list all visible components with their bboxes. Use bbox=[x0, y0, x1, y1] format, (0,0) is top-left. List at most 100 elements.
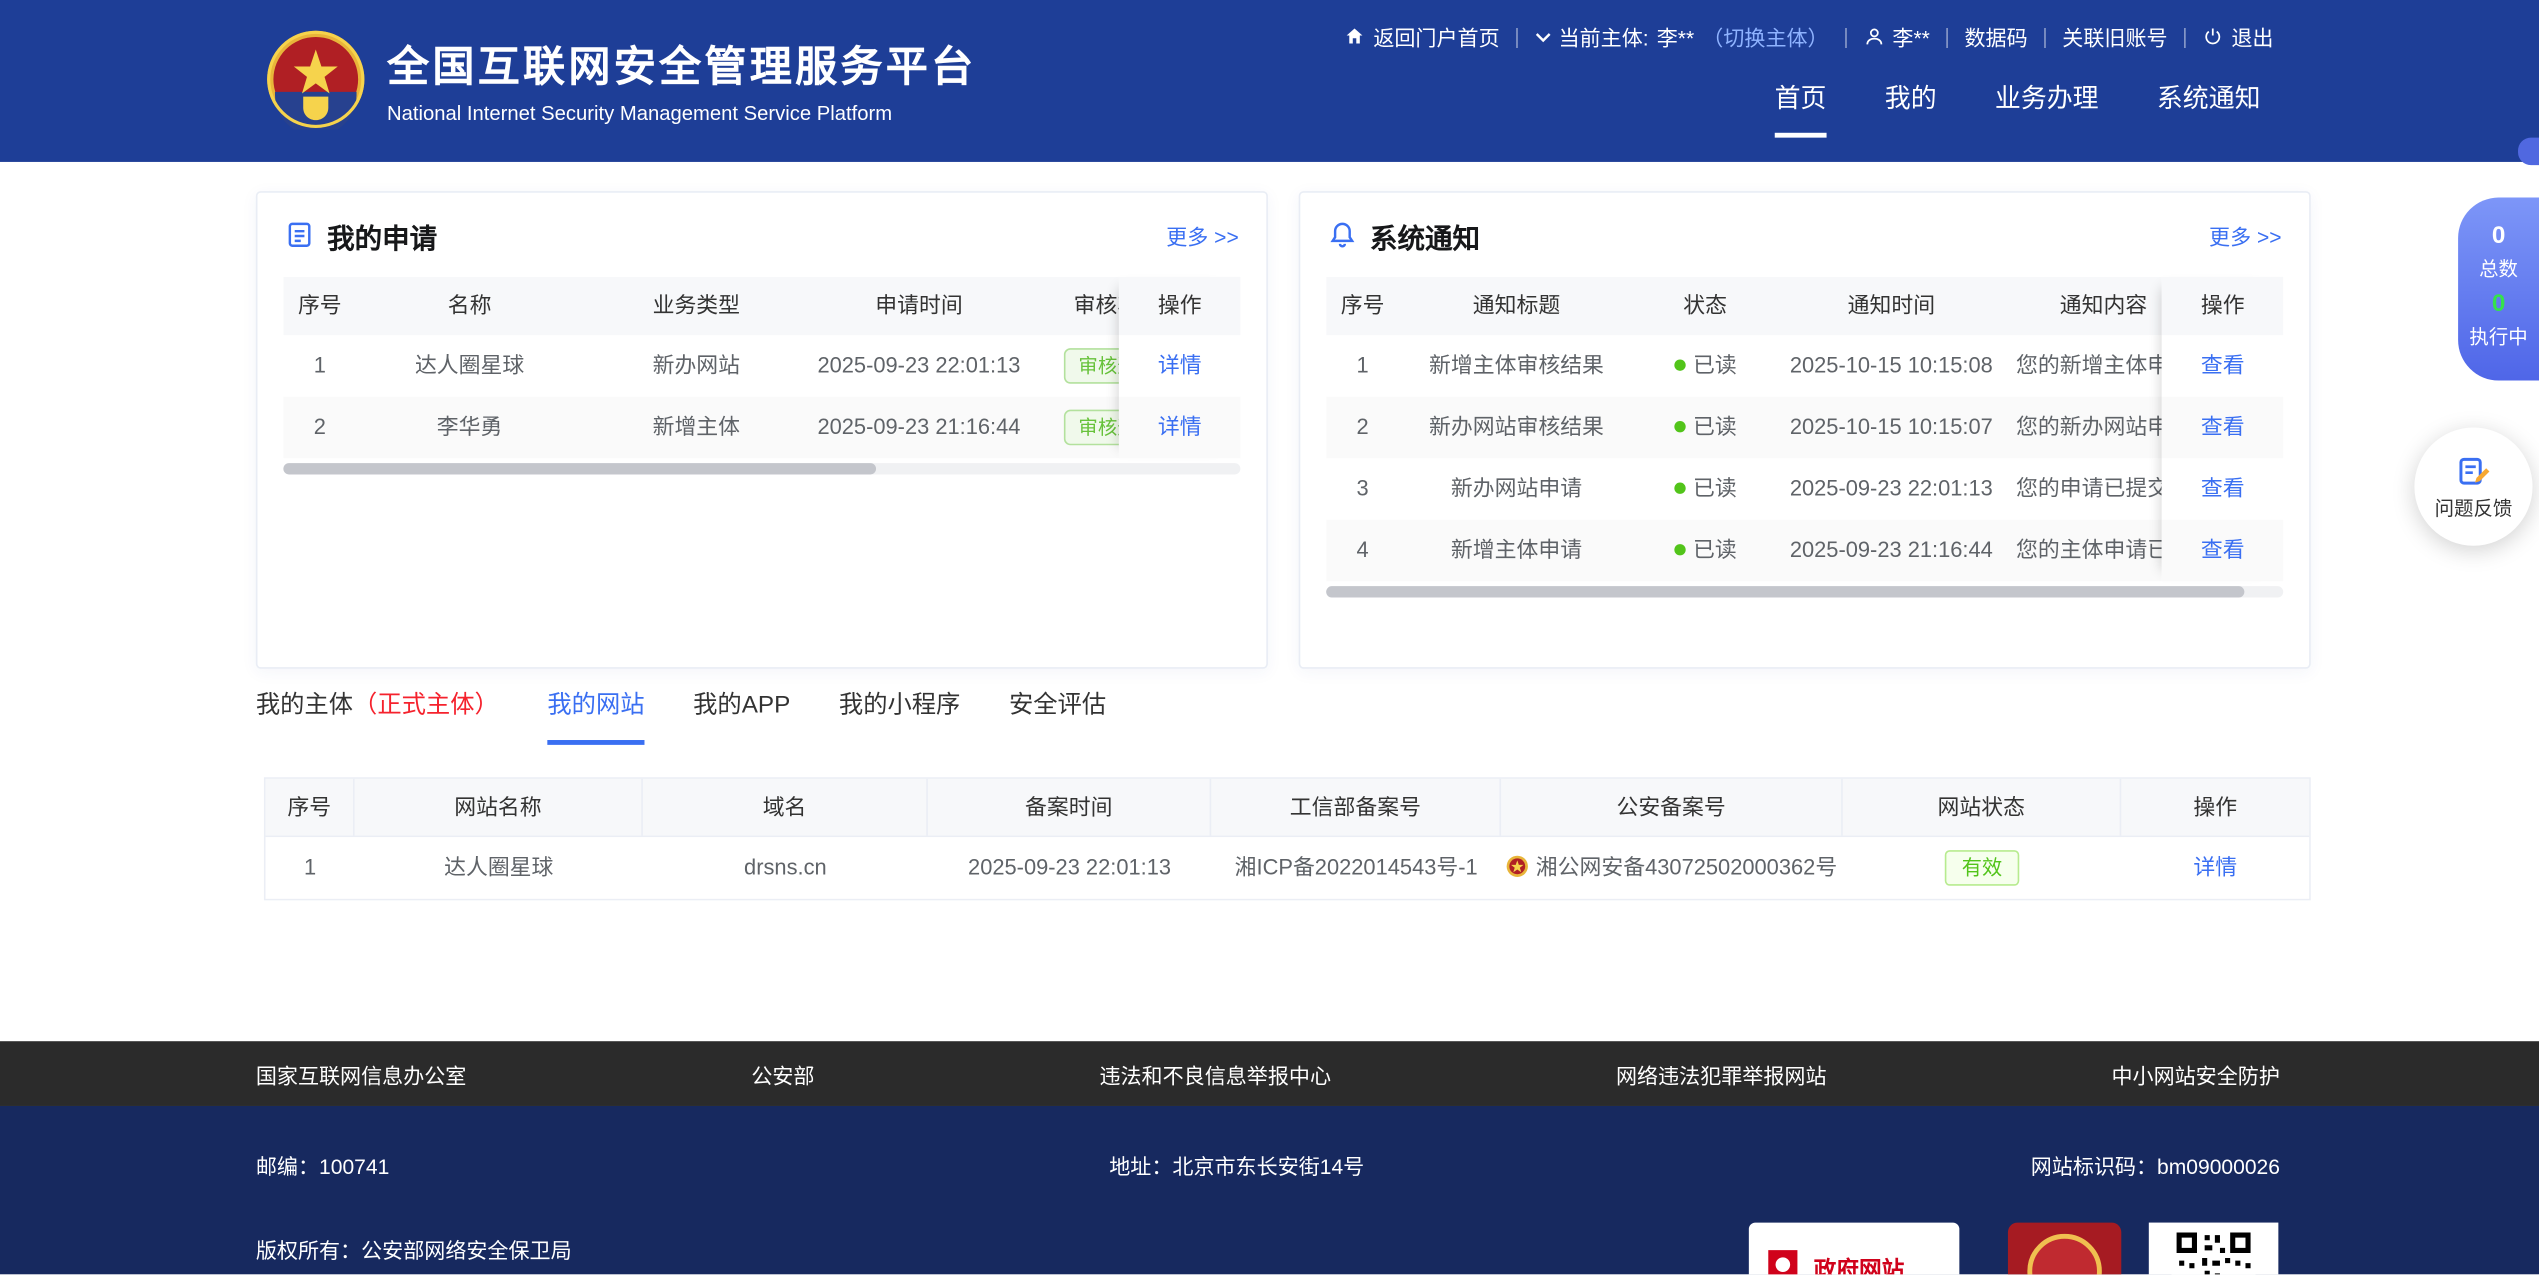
nav-item-home[interactable]: 首页 bbox=[1775, 76, 1827, 138]
table-cell: 新增主体 bbox=[583, 397, 810, 459]
nav-item-notices[interactable]: 系统通知 bbox=[2157, 76, 2261, 138]
read-status-dot bbox=[1674, 544, 1685, 555]
notifications-more-link[interactable]: 更多 >> bbox=[2209, 219, 2282, 250]
table-row: 1 达人圈星球 新办网站 2025-09-23 22:01:13 审核通过 bbox=[283, 335, 1119, 397]
chevron-down-icon bbox=[1534, 28, 1550, 44]
user-menu[interactable]: 李** bbox=[1863, 21, 1930, 52]
applications-table: 序号 名称 业务类型 申请时间 审核状态 1 达人圈星球 新办网站 2025-0… bbox=[283, 277, 1240, 458]
read-status-dot bbox=[1674, 359, 1685, 370]
platform-subtitle: National Internet Security Management Se… bbox=[387, 102, 976, 125]
qr-code-badge[interactable] bbox=[2149, 1223, 2279, 1275]
notifications-card: 系统通知 更多 >> 序号 通知标题 状态 通知时间 通知内容 1 新增主体审核… bbox=[1299, 191, 2311, 669]
table-cell: 已读 bbox=[1634, 520, 1776, 582]
subject-type-note: （正式主体） bbox=[353, 691, 499, 719]
feedback-button[interactable]: 问题反馈 bbox=[2414, 427, 2532, 545]
notifications-table-header: 序号 通知标题 状态 通知时间 通知内容 bbox=[1326, 277, 2162, 335]
table-cell: 2025-09-23 22:01:13 bbox=[928, 837, 1211, 899]
tab-my-miniprogram[interactable]: 我的小程序 bbox=[839, 687, 960, 745]
data-code-link[interactable]: 数据码 bbox=[1964, 21, 2027, 52]
current-subject-name: 李** bbox=[1657, 21, 1694, 52]
notifications-table-viewport: 序号 通知标题 状态 通知时间 通知内容 1 新增主体审核结果 已读 2025-… bbox=[1326, 277, 2162, 581]
table-cell: 2025-09-23 21:16:44 bbox=[810, 397, 1029, 459]
bell-icon bbox=[1328, 220, 1357, 249]
column-header: 操作 bbox=[2121, 779, 2309, 836]
police-filing-cell: 湘公网安备43072502000362号 bbox=[1501, 837, 1843, 899]
column-header: 操作 bbox=[2162, 277, 2283, 335]
divider: | bbox=[1843, 24, 1848, 48]
police-badge-icon bbox=[1507, 855, 1530, 878]
applications-table-header: 序号 名称 业务类型 申请时间 审核状态 bbox=[283, 277, 1119, 335]
column-header: 序号 bbox=[1326, 277, 1399, 335]
column-header: 公安备案号 bbox=[1501, 779, 1843, 836]
table-row: 1 达人圈星球 drsns.cn 2025-09-23 22:01:13 湘IC… bbox=[266, 837, 2310, 899]
user-name: 李** bbox=[1892, 21, 1929, 52]
table-row: 4 新增主体申请 已读 2025-09-23 21:16:44 您的主体申请已提 bbox=[1326, 520, 2162, 582]
footer-link-mps[interactable]: 公安部 bbox=[751, 1058, 814, 1089]
feedback-pencil-icon bbox=[2456, 453, 2492, 489]
detail-link[interactable]: 详情 bbox=[1158, 353, 1202, 377]
nav-item-mine[interactable]: 我的 bbox=[1885, 76, 1937, 138]
copyright-label: 版权所有： bbox=[256, 1239, 361, 1263]
table-cell: 审核通过 bbox=[1028, 335, 1119, 397]
table-cell: 2025-09-23 21:16:44 bbox=[1776, 520, 2006, 582]
running-count: 0 bbox=[2458, 285, 2539, 323]
website-status-badge: 有效 bbox=[1946, 851, 2019, 887]
task-stats-widget[interactable]: 0 总数 0 执行中 bbox=[2458, 198, 2539, 381]
home-icon bbox=[1344, 26, 1365, 47]
logout-link[interactable]: 退出 bbox=[2202, 21, 2273, 52]
detail-link[interactable]: 详情 bbox=[2193, 855, 2237, 879]
tab-my-website[interactable]: 我的网站 bbox=[547, 687, 644, 745]
table-cell: 2025-09-23 22:01:13 bbox=[810, 335, 1029, 397]
brand: 全国互联网安全管理服务平台 National Internet Security… bbox=[266, 29, 977, 129]
scrollbar-thumb[interactable] bbox=[283, 463, 876, 474]
tab-my-app[interactable]: 我的APP bbox=[693, 687, 790, 745]
qr-code bbox=[2171, 1227, 2255, 1274]
column-header: 审核状态 bbox=[1028, 277, 1119, 335]
asset-tabs: 我的主体（正式主体） 我的网站 我的APP 我的小程序 安全评估 bbox=[256, 687, 1106, 745]
total-label: 总数 bbox=[2458, 255, 2539, 285]
scrollbar-thumb[interactable] bbox=[1326, 586, 2245, 597]
view-link[interactable]: 查看 bbox=[2201, 415, 2245, 439]
view-link[interactable]: 查看 bbox=[2201, 538, 2245, 562]
detail-link[interactable]: 详情 bbox=[1158, 415, 1202, 439]
table-cell: 3 bbox=[1326, 458, 1399, 520]
table-cell: 新增主体审核结果 bbox=[1399, 335, 1634, 397]
footer-link-sme-protection[interactable]: 中小网站安全防护 bbox=[2111, 1058, 2279, 1089]
copyright: 版权所有：公安部网络安全保卫局 bbox=[256, 1234, 572, 1265]
postcode: 邮编：100741 bbox=[256, 1150, 389, 1181]
footer-link-report-center[interactable]: 违法和不良信息举报中心 bbox=[1099, 1058, 1331, 1089]
tab-security-assessment[interactable]: 安全评估 bbox=[1009, 687, 1106, 745]
table-cell: 1 bbox=[1326, 335, 1399, 397]
table-cell: 您的主体申请已提 bbox=[2006, 520, 2162, 582]
applications-more-link[interactable]: 更多 >> bbox=[1166, 219, 1239, 250]
current-subject-label: 当前主体: bbox=[1559, 21, 1649, 52]
view-link[interactable]: 查看 bbox=[2201, 476, 2245, 500]
footer-link-cybercrime-report[interactable]: 网络违法犯罪举报网站 bbox=[1616, 1058, 1827, 1089]
certification-badge[interactable] bbox=[2008, 1223, 2121, 1275]
tab-my-subject[interactable]: 我的主体（正式主体） bbox=[256, 687, 499, 745]
notifications-title: 系统通知 bbox=[1370, 215, 1480, 255]
side-widget-handle[interactable] bbox=[2518, 138, 2539, 166]
brand-text: 全国互联网安全管理服务平台 National Internet Security… bbox=[387, 34, 976, 125]
current-subject[interactable]: 当前主体: 李** （切换主体） bbox=[1534, 21, 1828, 52]
table-cell: 查看 bbox=[2162, 520, 2283, 582]
site-code-label: 网站标识码： bbox=[2031, 1155, 2157, 1179]
table-cell: 已读 bbox=[1634, 335, 1776, 397]
gov-site-badge[interactable]: 政府网站 bbox=[1749, 1223, 1960, 1275]
column-header: 通知标题 bbox=[1399, 277, 1634, 335]
portal-home-link[interactable]: 返回门户首页 bbox=[1344, 21, 1499, 52]
address-value: 北京市东长安街14号 bbox=[1172, 1155, 1364, 1179]
table-cell: 2025-10-15 10:15:08 bbox=[1776, 335, 2006, 397]
table-cell: 达人圈星球 bbox=[355, 837, 643, 899]
old-account-link[interactable]: 关联旧账号 bbox=[2062, 21, 2167, 52]
feedback-label: 问题反馈 bbox=[2435, 493, 2513, 521]
switch-subject-link[interactable]: （切换主体） bbox=[1702, 21, 1828, 52]
read-status-dot bbox=[1674, 421, 1685, 432]
view-link[interactable]: 查看 bbox=[2201, 353, 2245, 377]
nav-item-business[interactable]: 业务办理 bbox=[1995, 76, 2099, 138]
column-header: 序号 bbox=[266, 779, 355, 836]
footer-link-cac[interactable]: 国家互联网信息办公室 bbox=[256, 1058, 467, 1089]
platform-title: 全国互联网安全管理服务平台 bbox=[387, 34, 976, 94]
running-label: 执行中 bbox=[2458, 322, 2539, 352]
table-cell: 4 bbox=[1326, 520, 1399, 582]
